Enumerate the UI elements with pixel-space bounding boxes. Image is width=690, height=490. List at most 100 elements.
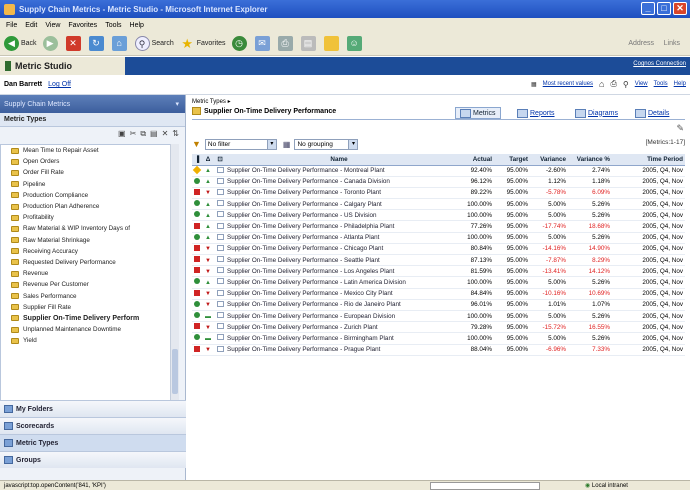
list-item[interactable]: Open Orders [1,156,175,167]
menu-file[interactable]: File [6,22,17,29]
list-item[interactable]: Unplanned Maintenance Downtime [1,324,175,335]
table-row[interactable]: ▲ Supplier On-Time Delivery Performance -… [192,198,685,211]
table-row[interactable]: ▲ Supplier On-Time Delivery Performance -… [192,276,685,289]
expand-cell[interactable] [214,232,226,244]
breadcrumb[interactable]: Metric Types ▸ [192,98,231,105]
nav-groups[interactable]: Groups [0,451,186,468]
column-header-variance[interactable]: Variance [530,154,568,166]
refresh-button[interactable]: ↻ [88,36,106,51]
menu-help[interactable]: Help [130,22,144,29]
tree-vertical-scrollbar[interactable] [170,144,179,428]
tools-menu[interactable]: Tools [654,81,668,87]
new-folder-icon[interactable]: ▣ [118,129,126,138]
expand-cell[interactable] [214,254,226,267]
expand-cell[interactable] [214,198,226,211]
messenger-button[interactable]: ☺ [346,36,364,51]
metric-name[interactable]: Supplier On-Time Delivery Performance - … [226,198,454,211]
expand-cell[interactable] [214,288,226,300]
list-item[interactable]: Raw Material Shrinkage [1,235,175,246]
table-row[interactable]: ▼ Supplier On-Time Delivery Performance -… [192,299,685,311]
list-item[interactable]: Requested Delivery Performance [1,257,175,268]
print-button[interactable]: ⎙ [277,36,295,51]
metric-name[interactable]: Supplier On-Time Delivery Performance - … [226,288,454,300]
list-item[interactable]: Yield [1,335,175,346]
table-row[interactable]: ▲ Supplier On-Time Delivery Performance -… [192,232,685,244]
expand-cell[interactable] [214,265,226,278]
list-item[interactable]: Pipeline [1,179,175,190]
edit-icon[interactable]: ✎ [676,123,684,134]
menu-view[interactable]: View [45,22,60,29]
table-row[interactable]: ▬ Supplier On-Time Delivery Performance -… [192,310,685,323]
table-row[interactable]: ▼ Supplier On-Time Delivery Performance -… [192,187,685,200]
metric-name[interactable]: Supplier On-Time Delivery Performance - … [226,321,454,334]
back-button[interactable]: ◀ Back [4,36,37,51]
filter-select[interactable]: No filter ▾ [204,138,277,150]
table-row[interactable]: ▲ Supplier On-Time Delivery Performance -… [192,209,685,222]
cut-icon[interactable]: ✂ [130,129,137,138]
list-item[interactable]: Revenue [1,268,175,279]
nav-scorecards[interactable]: Scorecards [0,417,186,434]
menu-favorites[interactable]: Favorites [68,22,97,29]
table-row[interactable]: ▲ Supplier On-Time Delivery Performance -… [192,176,685,188]
most-recent-values-link[interactable]: Most recent values [543,81,593,87]
help-menu[interactable]: Help [674,81,686,87]
expand-cell[interactable] [214,310,226,323]
expand-column-header[interactable]: ⊡ [214,154,226,166]
table-row[interactable]: ▲ Supplier On-Time Delivery Performance -… [192,165,685,177]
metric-name[interactable]: Supplier On-Time Delivery Performance - … [226,310,454,323]
table-row[interactable]: ▼ Supplier On-Time Delivery Performance -… [192,344,685,356]
expand-cell[interactable] [214,220,226,233]
table-row[interactable]: ▼ Supplier On-Time Delivery Performance -… [192,254,685,267]
menu-edit[interactable]: Edit [25,22,37,29]
metric-name[interactable]: Supplier On-Time Delivery Performance - … [226,232,454,244]
scroll-thumb[interactable] [172,349,178,394]
delete-icon[interactable]: ✕ [162,129,169,138]
nav-metric-types[interactable]: Metric Types [0,434,186,451]
metric-name[interactable]: Supplier On-Time Delivery Performance - … [226,220,454,233]
metric-name[interactable]: Supplier On-Time Delivery Performance - … [226,299,454,311]
list-item[interactable]: Revenue Per Customer [1,279,175,290]
discuss-button[interactable] [323,36,341,51]
metric-name[interactable]: Supplier On-Time Delivery Performance - … [226,254,454,267]
grouping-select[interactable]: No grouping ▾ [294,138,359,150]
expand-cell[interactable] [214,299,226,311]
table-row[interactable]: ▲ Supplier On-Time Delivery Performance -… [192,220,685,233]
expand-cell[interactable] [214,332,226,345]
expand-cell[interactable] [214,321,226,334]
list-item[interactable]: Sales Performance [1,290,175,301]
list-item[interactable]: Supplier Fill Rate [1,302,175,313]
list-item[interactable]: Receiving Accuracy [1,246,175,257]
expand-cell[interactable] [214,187,226,200]
list-item[interactable]: Profitability [1,212,175,223]
copy-icon[interactable]: ⧉ [140,129,146,139]
list-item[interactable]: Production Plan Adherence [1,201,175,212]
favorites-button[interactable]: ★ Favorites [180,36,225,51]
list-item[interactable]: Raw Material & WIP Inventory Days of [1,223,175,234]
expand-cell[interactable] [214,165,226,177]
table-row[interactable]: ▼ Supplier On-Time Delivery Performance -… [192,321,685,334]
logoff-link[interactable]: Log Off [48,81,71,88]
list-item[interactable]: Production Compliance [1,190,175,201]
metric-name[interactable]: Supplier On-Time Delivery Performance - … [226,344,454,356]
nav-my-folders[interactable]: My Folders [0,400,186,417]
forward-button[interactable]: ▶ [42,36,60,51]
table-row[interactable]: ▼ Supplier On-Time Delivery Performance -… [192,288,685,300]
search-icon[interactable]: ⚲ [623,80,629,89]
expand-cell[interactable] [214,243,226,256]
metric-name[interactable]: Supplier On-Time Delivery Performance - … [226,332,454,345]
search-button[interactable]: ⚲ Search [134,36,174,51]
expand-cell[interactable] [214,344,226,356]
history-button[interactable]: ◷ [231,36,249,51]
list-item[interactable]: Order Fill Rate [1,167,175,178]
metric-name[interactable]: Supplier On-Time Delivery Performance - … [226,165,454,177]
tab-diagrams[interactable]: Diagrams [575,107,618,119]
tab-details[interactable]: Details [635,107,669,119]
trend-column-header[interactable]: Δ [202,154,214,166]
expand-cell[interactable] [214,209,226,222]
tab-metrics[interactable]: Metrics [455,107,501,119]
metric-name[interactable]: Supplier On-Time Delivery Performance - … [226,243,454,256]
column-header-name[interactable]: Name [226,154,454,166]
view-menu[interactable]: View [635,81,648,87]
metric-name[interactable]: Supplier On-Time Delivery Performance - … [226,276,454,289]
menu-tools[interactable]: Tools [105,22,121,29]
